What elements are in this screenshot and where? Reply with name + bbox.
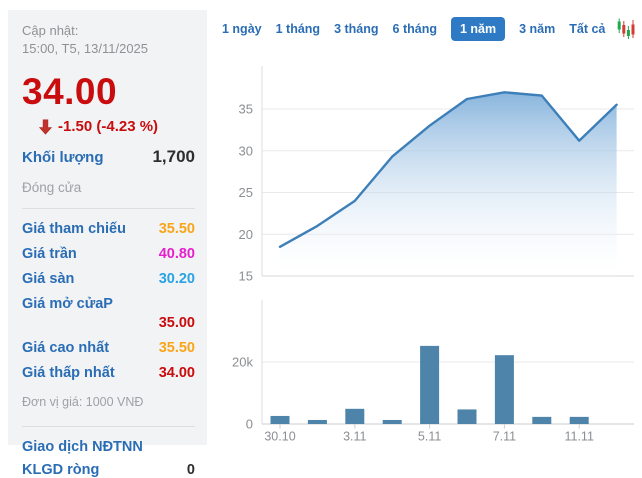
volume-bar [495, 355, 514, 424]
volume-bar [383, 420, 402, 424]
svg-text:11.11: 11.11 [564, 430, 593, 444]
net-volume-label: KLGD ròng [22, 462, 99, 478]
svg-text:30.10: 30.10 [264, 430, 295, 444]
net-volume-row: KLGD ròng 0 [22, 462, 195, 478]
volume-bar [345, 409, 364, 424]
range-tab[interactable]: 6 tháng [393, 20, 437, 38]
svg-text:30: 30 [239, 143, 253, 158]
svg-text:35: 35 [239, 102, 253, 117]
svg-text:7.11: 7.11 [493, 430, 516, 444]
price-volume-chart[interactable]: 15 20 25 30 35 0 20k 30.10 3.11 5.11 7.11 11.11 [0, 0, 642, 445]
volume-bar [271, 416, 290, 424]
svg-text:20: 20 [239, 227, 253, 242]
candlestick-chart-icon[interactable] [617, 18, 636, 40]
range-tab[interactable]: 3 tháng [334, 20, 378, 38]
volume-bar [532, 417, 551, 424]
range-tab[interactable]: 1 ngày [222, 20, 262, 38]
range-tabs-list: 1 ngày 1 tháng 3 tháng 6 tháng 1 năm 3 năm Tất… [222, 17, 605, 41]
volume-bar [308, 420, 327, 424]
svg-text:3.11: 3.11 [343, 430, 366, 444]
x-axis-labels: 30.10 3.11 5.11 7.11 11.11 [264, 424, 594, 444]
volume-bars [271, 346, 589, 424]
range-tab[interactable]: Tất cả [569, 20, 605, 38]
range-tab[interactable]: 1 tháng [276, 20, 320, 38]
svg-text:0: 0 [246, 417, 253, 432]
volume-bar [570, 417, 589, 424]
svg-text:5.11: 5.11 [418, 430, 441, 444]
volume-bar [458, 409, 477, 424]
svg-text:25: 25 [239, 185, 253, 200]
volume-bar [420, 346, 439, 424]
range-tabs: 1 ngày 1 tháng 3 tháng 6 tháng 1 năm 3 năm Tất… [222, 17, 636, 41]
svg-text:15: 15 [239, 269, 253, 284]
svg-text:20k: 20k [232, 355, 253, 370]
price-area-fill [280, 92, 617, 276]
range-tab-active[interactable]: 1 năm [451, 17, 505, 41]
net-volume-value: 0 [187, 462, 195, 478]
range-tab[interactable]: 3 năm [519, 20, 555, 38]
